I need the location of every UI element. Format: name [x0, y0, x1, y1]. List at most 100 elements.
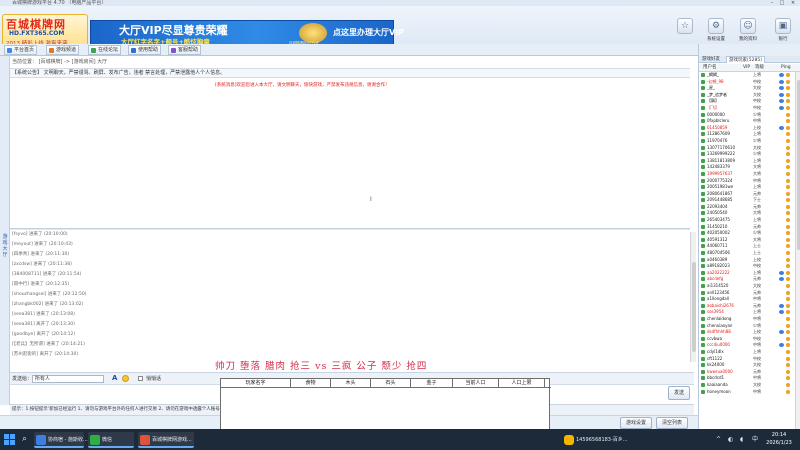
- whisper-checkbox[interactable]: [138, 376, 143, 381]
- ping-icon: [786, 264, 790, 269]
- left-sidebar-toggle[interactable]: 游戏大厅: [0, 56, 10, 405]
- tab-friends[interactable]: 游戏好友: [700, 56, 722, 63]
- tray-notification[interactable]: 14596568183-百乡...: [562, 432, 632, 448]
- table-row[interactable]: kwwrua0000 元帅: [699, 369, 795, 376]
- table-row[interactable]: 112867609 上将: [699, 131, 795, 138]
- user-name: cdyl1dlx: [707, 348, 724, 354]
- table-row[interactable]: cft1122 中校: [699, 356, 795, 363]
- table-row[interactable]: dsdfhhhh88 上校: [699, 329, 795, 336]
- table-row[interactable]: 142483379 大将: [699, 164, 795, 171]
- table-row[interactable]: 1999957637 大将: [699, 171, 795, 178]
- table-row[interactable]: 【飘】 中校: [699, 98, 795, 105]
- font-icon[interactable]: A: [112, 374, 117, 382]
- table-row[interactable]: bbcdcd1 中将: [699, 375, 795, 382]
- ime-icon[interactable]: 中: [752, 436, 758, 444]
- tab-help[interactable]: 使用帮助: [128, 45, 162, 55]
- table-row[interactable]: kk24000 大校: [699, 362, 795, 369]
- ping-icon: [786, 125, 790, 130]
- chat-scrollbar[interactable]: [690, 232, 696, 362]
- table-row[interactable]: 2080641867 元帅: [699, 191, 795, 198]
- tab-players[interactable]: 游戏玩家(5285): [726, 56, 765, 63]
- column-header[interactable]: Ping: [781, 64, 791, 72]
- table-row[interactable]: 2000775324 中将: [699, 178, 795, 185]
- game-settings-button[interactable]: 游戏设置: [620, 417, 652, 429]
- table-row[interactable]: _星_ 大校: [699, 85, 795, 92]
- table-row[interactable]: 0000000 少将: [699, 112, 795, 119]
- vip-badge-icon: [779, 99, 784, 104]
- table-row[interactable]: _梦_追梦者 大校: [699, 92, 795, 99]
- table-row[interactable]: 0fxpblcleru 中将: [699, 118, 795, 125]
- table-row[interactable]: 44060711 上士: [699, 243, 795, 250]
- table-row[interactable]: sos3954 上将: [699, 309, 795, 316]
- user-list[interactable]: _蝎蝎_ 上将 -幻想_98 中校 _星_ 大校 _梦_追梦者 大校 【飘】 中校 【飞】 中校 000…: [699, 72, 795, 429]
- table-row[interactable]: chenxiaoyan 少将: [699, 323, 795, 330]
- table-row[interactable]: 31450210 元帅: [699, 224, 795, 231]
- volume-icon[interactable]: ◖: [740, 436, 743, 444]
- table-row[interactable]: a89182023 中校: [699, 263, 795, 270]
- table-row[interactable]: cdyl1dlx 上将: [699, 349, 795, 356]
- table-row[interactable]: 13269999222 少将: [699, 151, 795, 158]
- column-header[interactable]: VIP: [743, 64, 750, 72]
- user-name: _蝎蝎_: [707, 72, 719, 77]
- tab-game-channel[interactable]: 游戏频道: [46, 45, 80, 55]
- site-logo[interactable]: 百城棋牌网 HD.FXT365.COM 2013 精彩上线 激爽来袭: [2, 14, 88, 48]
- user-level: 大校: [753, 85, 761, 91]
- table-row[interactable]: cccdiu0000 中将: [699, 342, 795, 349]
- send-button[interactable]: 发送: [668, 386, 690, 400]
- column-header[interactable]: 用户名: [703, 64, 717, 72]
- table-row[interactable]: aa2022222 上将: [699, 270, 795, 277]
- user-status-icon: [701, 145, 705, 150]
- vip-ad-banner[interactable]: 大厅VIP尽显尊贵荣耀 大厅红字名字+靓号+酷炫胸章 百城棋牌网大厅VIP 点这…: [90, 20, 404, 47]
- column-header[interactable]: 等级: [755, 64, 764, 72]
- table-row[interactable]: 13811813809 上将: [699, 158, 795, 165]
- table-row[interactable]: chenlaidong 中将: [699, 316, 795, 323]
- search-icon[interactable]: ⌕: [22, 434, 27, 445]
- table-row[interactable]: 01450859 上校: [699, 125, 795, 132]
- table-row[interactable]: a0460389 上校: [699, 257, 795, 264]
- table-row[interactable]: 24050540 大将: [699, 210, 795, 217]
- user-list-scrollbar[interactable]: [795, 72, 800, 429]
- list-item: [苏州逛街的] 离开了 (20:14:30): [12, 352, 79, 357]
- start-button[interactable]: [4, 434, 16, 446]
- table-row[interactable]: ai1314520 大校: [699, 283, 795, 290]
- system-clock[interactable]: 20:14 2026/1/23: [764, 431, 794, 447]
- table-row[interactable]: ccvbwa 中校: [699, 336, 795, 343]
- user-name: chenlaidong: [707, 315, 732, 321]
- table-row[interactable]: 265403475 上将: [699, 217, 795, 224]
- taskbar-app-browser[interactable]: 协商宿 - 施斯收...: [34, 432, 88, 448]
- recipient-select[interactable]: 所有人: [32, 375, 104, 383]
- table-row[interactable]: 【飞】 中校: [699, 105, 795, 112]
- tab-forum[interactable]: 在线论坛: [88, 45, 122, 55]
- table-row[interactable]: a1llongdall 中将: [699, 296, 795, 303]
- list-item: [zxcdsw] 进来了 (20:11:38): [12, 262, 72, 267]
- network-icon[interactable]: ◐: [728, 436, 733, 444]
- emoji-icon[interactable]: [122, 375, 129, 382]
- table-row[interactable]: 22093404 元帅: [699, 204, 795, 211]
- user-status-icon: [701, 112, 705, 117]
- taskbar-app-game-platform[interactable]: 百城棋牌网游戏...: [138, 432, 194, 448]
- table-row[interactable]: 402050002 少将: [699, 230, 795, 237]
- table-row[interactable]: 13077170610 大校: [699, 145, 795, 152]
- vip-emblem-icon: [299, 23, 327, 43]
- table-row[interactable]: 11970476 少将: [699, 138, 795, 145]
- table-row[interactable]: honeymoon 中将: [699, 389, 795, 396]
- table-row[interactable]: abcdefg 元帅: [699, 276, 795, 283]
- table-row[interactable]: 40591312 大将: [699, 237, 795, 244]
- table-row[interactable]: _蝎蝎_ 上将: [699, 72, 795, 79]
- user-status-icon: [701, 303, 705, 308]
- chevron-up-icon[interactable]: ^: [716, 436, 721, 444]
- taskbar-app-wechat[interactable]: 微信: [88, 432, 134, 448]
- table-row[interactable]: anll123456 元帅: [699, 290, 795, 297]
- table-row[interactable]: 2091448685 下士: [699, 197, 795, 204]
- chat-scrollbar-thumb[interactable]: [692, 262, 696, 352]
- table-row[interactable]: 480704506 上士: [699, 250, 795, 257]
- tab-support[interactable]: 客服帮助: [168, 45, 202, 55]
- table-row[interactable]: kaaiaanda 大校: [699, 382, 795, 389]
- table-row[interactable]: -幻想_98 中校: [699, 79, 795, 86]
- user-panel-toolbar: [699, 44, 800, 56]
- tab-home[interactable]: 平台首页: [4, 45, 38, 55]
- table-row[interactable]: 20051981we 上将: [699, 184, 795, 191]
- table-row[interactable]: aobaishi2676 元帅: [699, 303, 795, 310]
- ping-icon: [786, 158, 790, 163]
- clear-list-button[interactable]: 清空列表: [656, 417, 688, 429]
